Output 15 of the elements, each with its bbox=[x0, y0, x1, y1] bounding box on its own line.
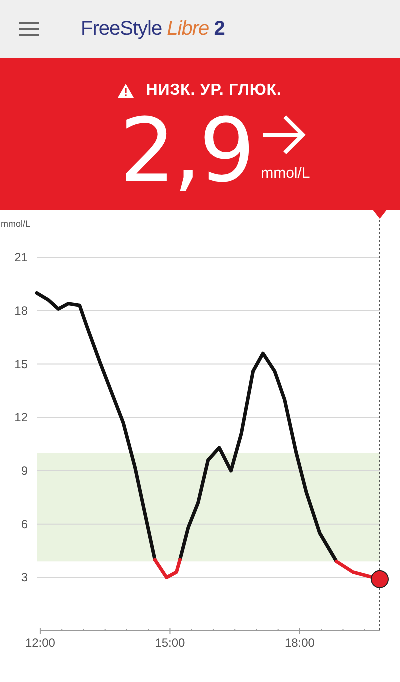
x-tick-label: 18:00 bbox=[284, 636, 315, 650]
alert-text: НИЗК. УР. ГЛЮК. bbox=[146, 81, 282, 101]
y-axis-label: mmol/L bbox=[1, 219, 31, 229]
y-tick-label: 18 bbox=[14, 304, 28, 318]
app-logo: FreeStyle Libre 2 bbox=[81, 17, 225, 42]
y-tick-label: 21 bbox=[14, 250, 28, 265]
y-tick-label: 6 bbox=[21, 517, 28, 532]
glucose-value: 2,9 bbox=[120, 105, 254, 197]
x-tick-label: 15:00 bbox=[155, 636, 186, 650]
y-tick-label: 9 bbox=[21, 464, 28, 478]
y-tick-label: 15 bbox=[14, 357, 28, 372]
unit-label: mmol/L bbox=[261, 164, 310, 184]
y-tick-label: 3 bbox=[21, 570, 28, 585]
y-tick-label: 12 bbox=[14, 410, 28, 425]
x-tick-label: 12:00 bbox=[25, 636, 56, 650]
